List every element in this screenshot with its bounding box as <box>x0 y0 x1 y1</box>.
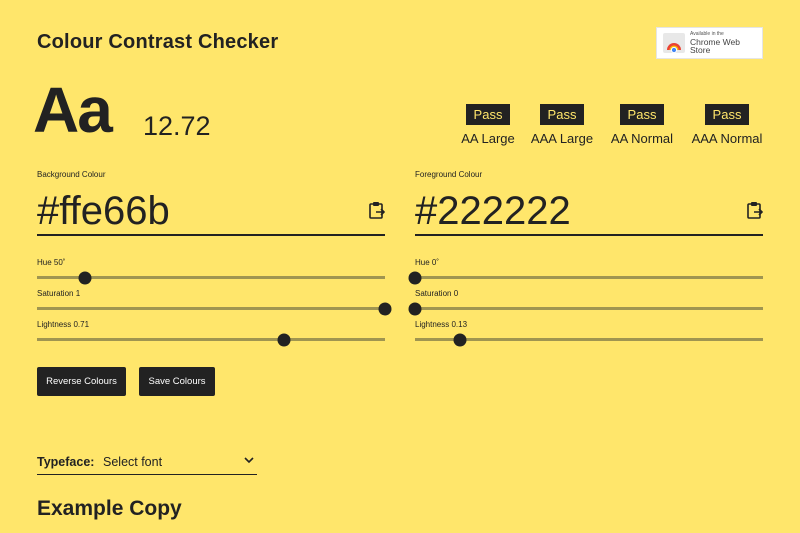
rating-aaa-normal: Pass AAA Normal <box>690 104 764 146</box>
bg-saturation-label: Saturation 1 <box>37 289 81 298</box>
bg-saturation-handle[interactable] <box>378 302 392 315</box>
rating-aaa-large: Pass AAA Large <box>530 104 594 146</box>
status-badge: Pass <box>539 104 585 125</box>
bg-saturation-slider[interactable] <box>37 307 385 310</box>
fg-saturation-handle[interactable] <box>408 302 422 315</box>
rating-label: AAA Normal <box>691 131 763 146</box>
foreground-colour-label: Foreground Colour <box>415 170 483 179</box>
save-colours-button[interactable]: Save Colours <box>139 367 215 396</box>
fg-lightness-slider[interactable] <box>415 338 763 341</box>
status-badge: Pass <box>465 104 511 125</box>
foreground-hex-input[interactable]: #222222 <box>415 191 571 231</box>
rating-label: AAA Large <box>530 131 594 146</box>
rating-label: AA Normal <box>610 131 674 146</box>
background-hex-underline <box>37 234 385 236</box>
fg-saturation-label: Saturation 0 <box>415 289 459 298</box>
fg-saturation-slider[interactable] <box>415 307 763 310</box>
fg-hue-handle[interactable] <box>408 271 422 284</box>
page-title: Colour Contrast Checker <box>37 31 279 53</box>
background-colour-label: Background Colour <box>37 170 106 179</box>
fg-hue-slider[interactable] <box>415 276 763 279</box>
badge-line-2: Chrome Web Store <box>690 36 740 55</box>
fg-hue-label: Hue 0˚ <box>415 258 440 267</box>
chevron-down-icon[interactable] <box>244 455 254 467</box>
fg-lightness-label: Lightness 0.13 <box>415 320 468 329</box>
badge-line-1: Available in the <box>690 30 724 37</box>
bg-hue-label: Hue 50˚ <box>37 258 66 267</box>
bg-lightness-label: Lightness 0.71 <box>37 320 90 329</box>
bg-lightness-slider[interactable] <box>37 338 385 341</box>
typeface-underline <box>37 474 257 475</box>
clipboard-icon[interactable] <box>369 201 386 219</box>
contrast-ratio: 12.72 <box>143 111 211 141</box>
reverse-colours-button[interactable]: Reverse Colours <box>37 367 126 396</box>
rating-aa-large: Pass AA Large <box>460 104 516 146</box>
foreground-hex-underline <box>415 234 763 236</box>
status-badge: Pass <box>619 104 665 125</box>
bg-hue-handle[interactable] <box>78 271 92 284</box>
rating-aa-normal: Pass AA Normal <box>609 104 675 146</box>
chrome-web-store-badge[interactable]: Available in the Chrome Web Store <box>656 27 763 59</box>
bg-lightness-handle[interactable] <box>277 333 291 346</box>
chrome-logo-icon <box>663 32 685 54</box>
typeface-label: Typeface: <box>37 455 95 469</box>
example-copy-heading: Example Copy <box>37 497 182 520</box>
typeface-select[interactable]: Select font <box>103 455 162 469</box>
fg-lightness-handle[interactable] <box>453 333 467 346</box>
clipboard-icon[interactable] <box>747 201 764 219</box>
background-hex-input[interactable]: #ffe66b <box>37 191 170 231</box>
status-badge: Pass <box>704 104 750 125</box>
rating-label: AA Large <box>461 131 515 146</box>
sample-glyphs: Aa <box>33 74 113 146</box>
